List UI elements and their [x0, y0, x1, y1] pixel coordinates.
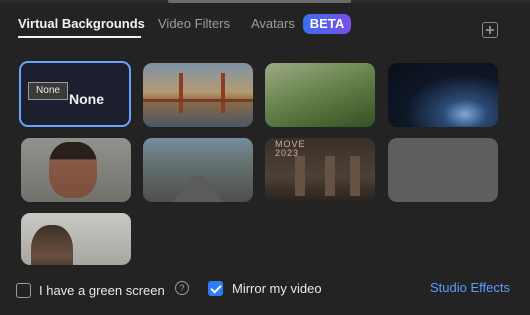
background-earth-tile[interactable] — [388, 63, 498, 127]
mirror-video-label: Mirror my video — [232, 281, 322, 296]
background-blank-tile[interactable] — [388, 138, 498, 202]
background-city-street-tile[interactable] — [143, 138, 253, 202]
mirror-video-checkbox[interactable] — [208, 281, 223, 296]
tab-virtual-backgrounds[interactable]: Virtual Backgrounds — [18, 14, 145, 34]
background-grass-tile[interactable] — [265, 63, 375, 127]
background-golden-gate-bridge-tile[interactable] — [143, 63, 253, 127]
add-background-icon[interactable] — [482, 22, 498, 38]
active-tab-underline — [18, 36, 141, 38]
background-face-tile[interactable] — [21, 138, 131, 202]
tab-video-filters[interactable]: Video Filters — [158, 14, 230, 34]
top-scroll-strip — [0, 0, 530, 3]
beta-badge: BETA — [303, 14, 351, 34]
tab-avatars[interactable]: Avatars — [251, 14, 295, 34]
tooltip: None — [28, 82, 68, 100]
none-label: None — [69, 91, 104, 107]
help-icon[interactable]: ? — [175, 281, 189, 295]
green-screen-checkbox[interactable] — [16, 283, 31, 298]
background-person-video-tile[interactable] — [21, 213, 131, 265]
studio-effects-link[interactable]: Studio Effects — [430, 280, 510, 296]
green-screen-label: I have a green screen — [39, 283, 165, 298]
background-move-2023-tile[interactable]: MOVE 2023 — [265, 138, 375, 202]
top-strip-thumb[interactable] — [168, 0, 351, 3]
